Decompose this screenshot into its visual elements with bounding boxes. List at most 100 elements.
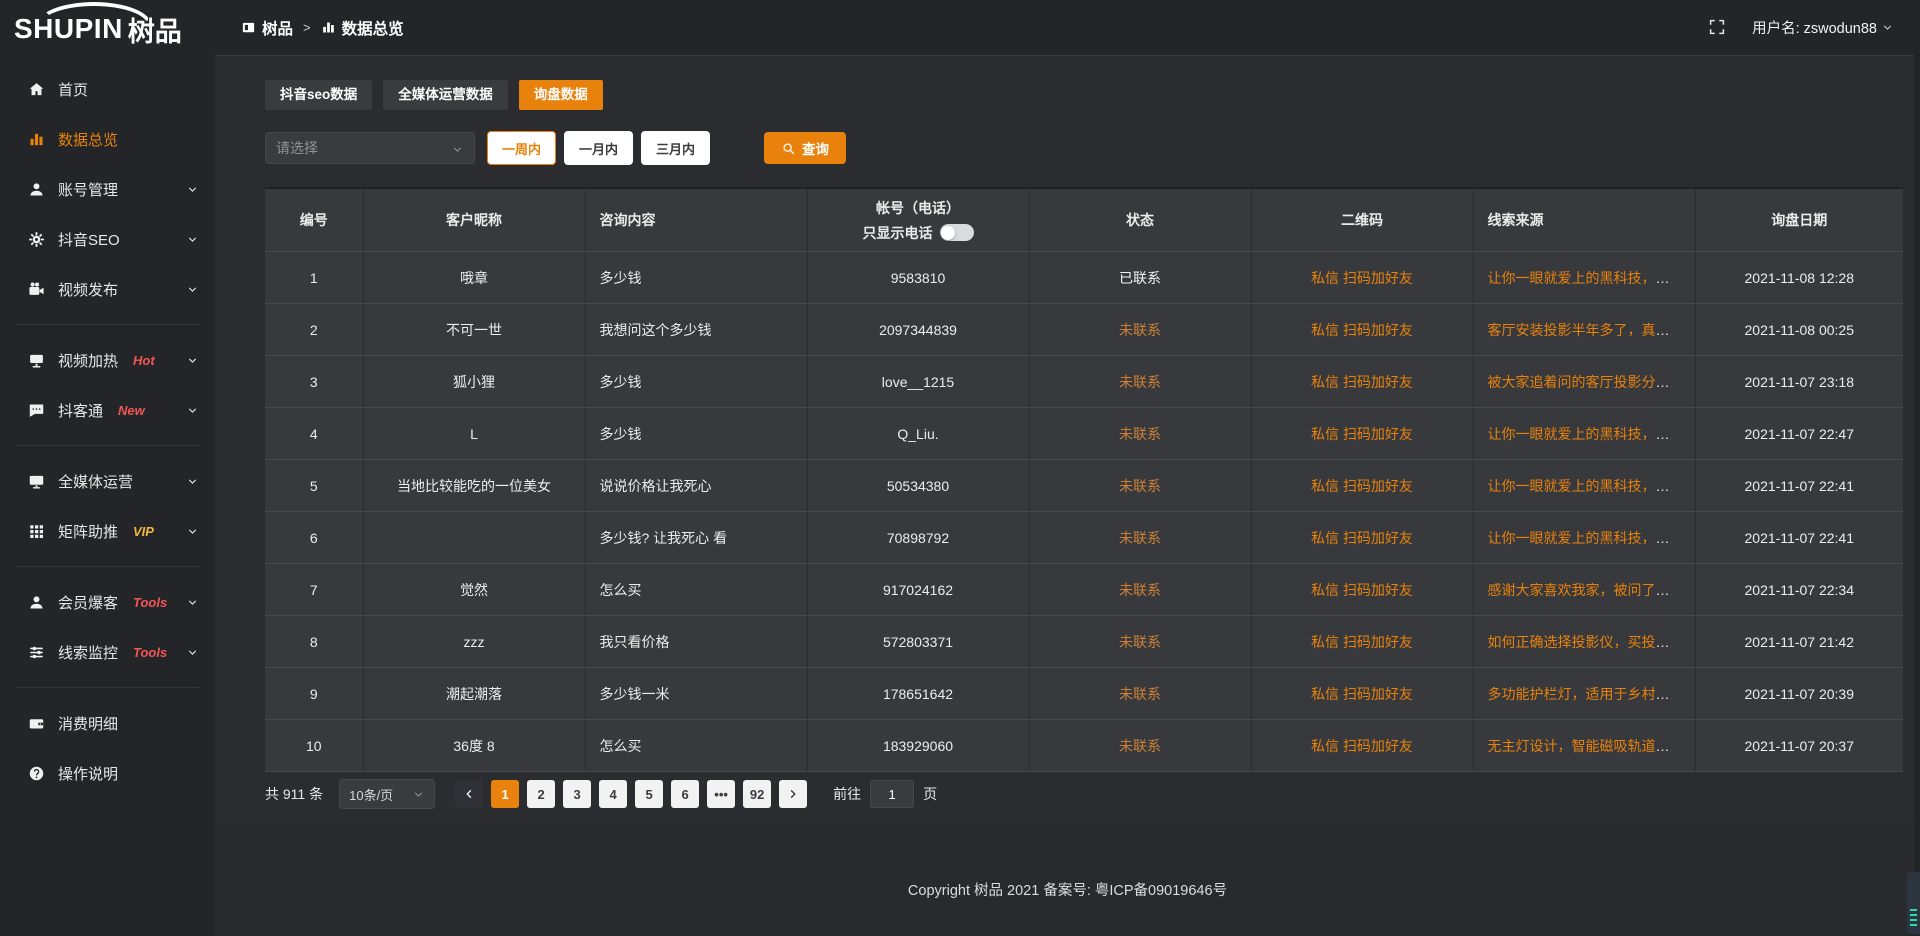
tab-2[interactable]: 询盘数据 xyxy=(519,80,603,110)
sidebar-item-0[interactable]: 首页 xyxy=(0,64,215,114)
lead-source-link[interactable]: 让你一眼就爱上的黑科技，能... xyxy=(1488,530,1682,546)
sidebar-item-5[interactable]: 视频加热Hot xyxy=(0,335,215,385)
tab-1[interactable]: 全媒体运营数据 xyxy=(383,80,508,110)
sidebar-item-label: 会员爆客 xyxy=(58,592,118,613)
sidebar-item-9[interactable]: 会员爆客Tools xyxy=(0,577,215,627)
qrcode-link[interactable]: 私信 扫码加好友 xyxy=(1311,322,1413,338)
sidebar-item-label: 首页 xyxy=(58,79,88,100)
lead-source-link[interactable]: 让你一眼就爱上的黑科技，能... xyxy=(1488,270,1682,286)
pagination-page-92[interactable]: 92 xyxy=(743,780,771,808)
lead-source-link[interactable]: 客厅安装投影半年多了，真实... xyxy=(1488,322,1682,338)
pagination-page-1[interactable]: 1 xyxy=(491,780,519,808)
qrcode-link[interactable]: 私信 扫码加好友 xyxy=(1311,634,1413,650)
qrcode-link[interactable]: 私信 扫码加好友 xyxy=(1311,530,1413,546)
status-badge: 未联系 xyxy=(1119,530,1161,546)
pagination-page-6[interactable]: 6 xyxy=(671,780,699,808)
qrcode-link[interactable]: 私信 扫码加好友 xyxy=(1311,374,1413,390)
bar-chart-icon xyxy=(321,19,336,37)
table-row: 5当地比较能吃的一位美女说说价格让我死心50534380未联系私信 扫码加好友让… xyxy=(265,460,1903,512)
sidebar-item-label: 抖音SEO xyxy=(58,229,120,250)
grid-icon xyxy=(28,523,45,540)
pagination-prev-button[interactable] xyxy=(455,780,483,808)
qrcode-link[interactable]: 私信 扫码加好友 xyxy=(1311,478,1413,494)
chevron-down-icon xyxy=(186,354,199,367)
lead-source-link[interactable]: 感谢大家喜欢我家，被问了好... xyxy=(1488,582,1682,598)
sidebar-divider xyxy=(16,687,199,688)
sidebar-item-badge: Hot xyxy=(133,353,155,368)
date-range-button-2[interactable]: 三月内 xyxy=(641,131,710,165)
qrcode-link[interactable]: 私信 扫码加好友 xyxy=(1311,686,1413,702)
lead-source-link[interactable]: 多功能护栏灯，适用于乡村文... xyxy=(1488,686,1682,702)
phone-only-toggle[interactable] xyxy=(940,224,974,241)
cell-date: 2021-11-08 12:28 xyxy=(1695,252,1903,304)
lead-source-link[interactable]: 无主灯设计，智能磁吸轨道灯... xyxy=(1488,738,1682,754)
pagination-page-3[interactable]: 3 xyxy=(563,780,591,808)
chevron-left-icon xyxy=(462,787,476,801)
sidebar-item-6[interactable]: 抖客通New xyxy=(0,385,215,435)
sidebar-item-1[interactable]: 数据总览 xyxy=(0,114,215,164)
pagination-ellipsis[interactable]: ••• xyxy=(707,780,735,808)
date-range-group: 一周内一月内三月内 xyxy=(487,131,718,165)
qrcode-link[interactable]: 私信 扫码加好友 xyxy=(1311,582,1413,598)
date-range-button-0[interactable]: 一周内 xyxy=(487,131,556,165)
lead-source-link[interactable]: 让你一眼就爱上的黑科技，能... xyxy=(1488,426,1682,442)
sidebar-item-label: 线索监控 xyxy=(58,642,118,663)
cell-source: 多功能护栏灯，适用于乡村文... xyxy=(1473,668,1695,720)
sidebar-item-label: 视频发布 xyxy=(58,279,118,300)
sidebar-item-label: 数据总览 xyxy=(58,129,118,150)
cell-status: 未联系 xyxy=(1029,356,1251,408)
page-scrollbar[interactable] xyxy=(1914,0,1920,936)
cell-nickname: 不可一世 xyxy=(363,304,585,356)
date-range-button-1[interactable]: 一月内 xyxy=(564,131,633,165)
pagination-page-4[interactable]: 4 xyxy=(599,780,627,808)
sidebar-item-8[interactable]: 矩阵助推VIP xyxy=(0,506,215,556)
fullscreen-button[interactable] xyxy=(1708,18,1726,36)
sidebar-item-7[interactable]: 全媒体运营 xyxy=(0,456,215,506)
jump-page-input[interactable] xyxy=(870,780,914,808)
sidebar-item-10[interactable]: 线索监控Tools xyxy=(0,627,215,677)
cell-no: 4 xyxy=(265,408,363,460)
sidebar-item-label: 账号管理 xyxy=(58,179,118,200)
lead-source-link[interactable]: 被大家追着问的客厅投影分享... xyxy=(1488,374,1682,390)
qrcode-link[interactable]: 私信 扫码加好友 xyxy=(1311,738,1413,754)
bar-chart-icon xyxy=(28,131,45,148)
status-badge: 未联系 xyxy=(1119,634,1161,650)
cell-source: 感谢大家喜欢我家，被问了好... xyxy=(1473,564,1695,616)
column-header-no: 编号 xyxy=(265,188,363,252)
tab-0[interactable]: 抖音seo数据 xyxy=(265,80,372,110)
cell-no: 2 xyxy=(265,304,363,356)
cell-status: 未联系 xyxy=(1029,616,1251,668)
user-menu[interactable]: 用户名: zswodun88 xyxy=(1752,17,1894,38)
chevron-down-icon xyxy=(451,143,464,156)
logo[interactable]: SHUPIN 树品 xyxy=(0,0,215,58)
pagination-page-5[interactable]: 5 xyxy=(635,780,663,808)
sidebar-item-3[interactable]: 抖音SEO xyxy=(0,214,215,264)
qrcode-link[interactable]: 私信 扫码加好友 xyxy=(1311,426,1413,442)
lead-source-link[interactable]: 如何正确选择投影仪，买投影... xyxy=(1488,634,1682,650)
sidebar-item-12[interactable]: 操作说明 xyxy=(0,748,215,798)
sidebar-item-2[interactable]: 账号管理 xyxy=(0,164,215,214)
cell-nickname: 哦章 xyxy=(363,252,585,304)
sidebar-item-11[interactable]: 消费明细 xyxy=(0,698,215,748)
corner-widget[interactable] xyxy=(1907,872,1920,934)
account-filter-select[interactable]: 请选择 xyxy=(265,132,475,164)
breadcrumb-current[interactable]: 数据总览 xyxy=(321,17,404,39)
column-header-source: 线索来源 xyxy=(1473,188,1695,252)
lead-source-link[interactable]: 让你一眼就爱上的黑科技，能... xyxy=(1488,478,1682,494)
breadcrumb-root[interactable]: 树品 xyxy=(241,17,293,39)
sidebar-item-4[interactable]: 视频发布 xyxy=(0,264,215,314)
sidebar-item-badge: New xyxy=(118,403,145,418)
cell-nickname: 36度 8 xyxy=(363,720,585,772)
sidebar: SHUPIN 树品 首页数据总览账号管理抖音SEO 视频发布视频加热Hot抖客通N… xyxy=(0,0,215,936)
page-size-select[interactable]: 10条/页 xyxy=(339,779,435,809)
pagination: 共 911 条10条/页123456•••92前往页 xyxy=(265,779,937,809)
pagination-next-button[interactable] xyxy=(779,780,807,808)
cell-content: 怎么买 xyxy=(585,564,807,616)
search-button[interactable]: 查询 xyxy=(764,132,846,164)
member-icon xyxy=(28,594,45,611)
table-header-row: 编号客户昵称咨询内容帐号（电话）只显示电话状态二维码线索来源询盘日期 xyxy=(265,188,1903,252)
pagination-page-2[interactable]: 2 xyxy=(527,780,555,808)
column-header-status: 状态 xyxy=(1029,188,1251,252)
status-badge: 未联系 xyxy=(1119,582,1161,598)
qrcode-link[interactable]: 私信 扫码加好友 xyxy=(1311,270,1413,286)
